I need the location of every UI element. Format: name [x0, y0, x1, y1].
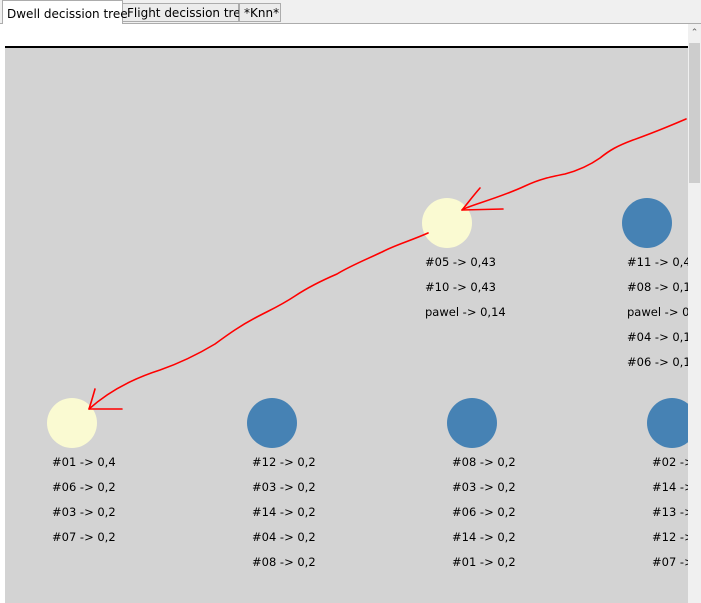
scrollbar-thumb[interactable]	[689, 43, 700, 183]
tree-node-highlighted[interactable]	[47, 398, 97, 448]
node-entry: pawel -> 0,	[627, 305, 688, 319]
node-entry: #08 -> 0,2	[452, 455, 516, 469]
node-entry: #14 -> 0,2	[252, 505, 316, 519]
node-entry: #03 -> 0,2	[52, 505, 116, 519]
tree-node[interactable]	[622, 198, 672, 248]
node-label-list: #08 -> 0,2 #03 -> 0,2 #06 -> 0,2 #14 -> …	[452, 450, 516, 575]
node-entry: #07 -> 0,2	[52, 530, 116, 544]
node-entry: #03 -> 0,2	[452, 480, 516, 494]
scroll-up-icon[interactable]: ⌃	[688, 26, 701, 40]
tree-node-highlighted[interactable]	[422, 198, 472, 248]
node-entry: #04 -> 0,14	[627, 330, 688, 344]
node-entry: #02 -> 0	[652, 455, 688, 469]
vertical-scrollbar[interactable]: ⌃	[688, 24, 701, 603]
node-label-list: #01 -> 0,4 #06 -> 0,2 #03 -> 0,2 #07 -> …	[52, 450, 116, 550]
node-entry: #14 -> 0	[652, 480, 688, 494]
tab-flight-decission-tree[interactable]: Flight decission tree	[122, 3, 248, 22]
node-entry: #05 -> 0,43	[425, 255, 496, 269]
node-label-list: #05 -> 0,43 #10 -> 0,43 pawel -> 0,14	[425, 250, 506, 325]
tab-knn[interactable]: *Knn*	[239, 3, 281, 22]
tree-node[interactable]	[447, 398, 497, 448]
annotation-arrowhead-upper	[461, 187, 504, 211]
node-entry: #07 -> 0	[652, 555, 688, 569]
node-entry: #03 -> 0,2	[252, 480, 316, 494]
node-entry: #06 -> 0,2	[452, 505, 516, 519]
node-entry: #06 -> 0,2	[52, 480, 116, 494]
tree-node[interactable]	[247, 398, 297, 448]
annotation-arrow-upper	[461, 118, 687, 211]
tree-node[interactable]	[647, 398, 688, 448]
node-label-list: #02 -> 0 #14 -> 0 #13 -> 0 #12 -> 0 #07 …	[652, 450, 688, 575]
node-entry: #01 -> 0,2	[452, 555, 516, 569]
node-label-list: #12 -> 0,2 #03 -> 0,2 #14 -> 0,2 #04 -> …	[252, 450, 316, 575]
node-entry: #12 -> 0,2	[252, 455, 316, 469]
node-entry: pawel -> 0,14	[425, 305, 506, 319]
node-entry: #10 -> 0,43	[425, 280, 496, 294]
annotation-arrow-lower	[88, 232, 429, 410]
node-entry: #04 -> 0,2	[252, 530, 316, 544]
node-entry: #11 -> 0,43	[627, 255, 688, 269]
tree-canvas[interactable]: #05 -> 0,43 #10 -> 0,43 pawel -> 0,14 #1…	[5, 48, 688, 603]
node-entry: #08 -> 0,2	[252, 555, 316, 569]
node-entry: #08 -> 0,14	[627, 280, 688, 294]
node-label-list: #11 -> 0,43 #08 -> 0,14 pawel -> 0, #04 …	[627, 250, 688, 375]
node-entry: #06 -> 0,14	[627, 355, 688, 369]
node-entry: #01 -> 0,4	[52, 455, 116, 469]
node-entry: #14 -> 0,2	[452, 530, 516, 544]
annotation-arrowhead-lower	[88, 388, 123, 410]
node-entry: #12 -> 0	[652, 530, 688, 544]
tab-strip: Flight decission tree *Knn* Dwell deciss…	[0, 0, 701, 24]
node-entry: #13 -> 0	[652, 505, 688, 519]
tab-dwell-decission-tree[interactable]: Dwell decission tree	[2, 0, 128, 24]
